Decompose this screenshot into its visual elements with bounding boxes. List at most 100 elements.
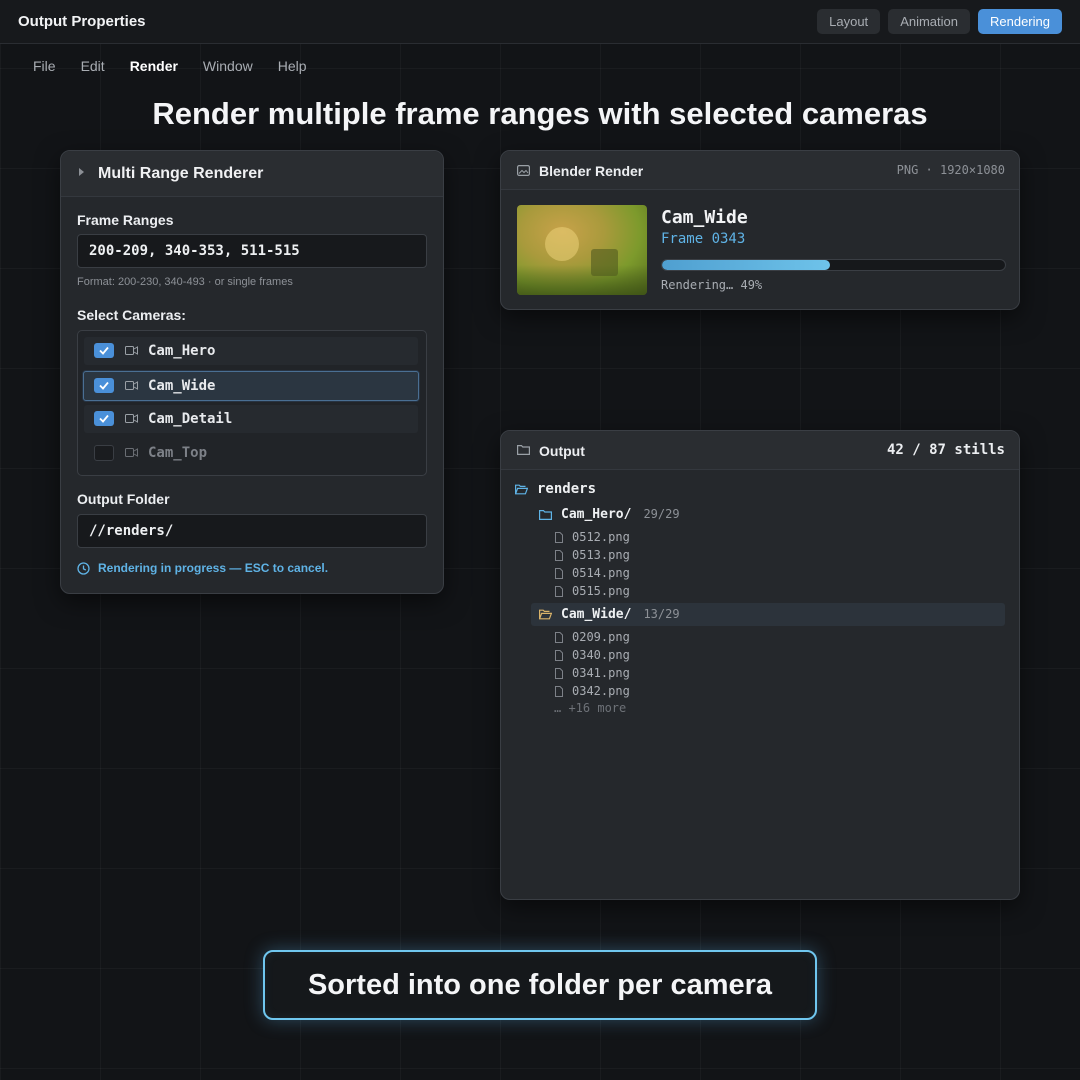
file-name: 0515.png [572, 584, 630, 598]
menu-file[interactable]: File [33, 58, 56, 74]
render-thumbnail [517, 205, 647, 295]
render-camera: Cam_Wide [661, 207, 748, 228]
collapse-arrow-icon[interactable] [79, 168, 84, 176]
render-preview-panel: Blender Render PNG · 1920×1080 Cam_Wide … [500, 150, 1020, 310]
more-files[interactable]: … +16 more [554, 701, 626, 715]
camera-name: Cam_Hero [148, 343, 216, 359]
headline: Render multiple frame ranges with select… [152, 96, 928, 131]
camera-checkbox[interactable] [94, 445, 114, 461]
title-bar: Output Properties Layout Animation Rende… [0, 0, 1080, 44]
tree-file[interactable]: 0342.png [555, 684, 630, 698]
camera-row-cam-detail[interactable]: Cam_Detail [84, 405, 418, 433]
file-icon [555, 649, 563, 661]
camera-name: Cam_Top [148, 445, 208, 461]
camera-checkbox[interactable] [94, 411, 114, 426]
menu-render[interactable]: Render [130, 58, 178, 74]
panel-title: Output [539, 443, 585, 459]
frame-ranges-value: 200-209, 340-353, 511-515 [89, 243, 300, 259]
image-icon [517, 165, 530, 176]
file-name: 0341.png [572, 666, 630, 680]
frame-ranges-input[interactable]: 200-209, 340-353, 511-515 [77, 234, 427, 268]
render-progress-bar [661, 259, 1006, 271]
folder-count: 29/29 [643, 507, 680, 521]
folder-open-icon [539, 609, 552, 619]
multi-range-renderer-panel: Multi Range Renderer Frame Ranges 200-20… [60, 150, 444, 594]
camera-icon [125, 346, 138, 355]
file-name: 0340.png [572, 648, 630, 662]
camera-row-cam-wide[interactable]: Cam_Wide [83, 371, 419, 401]
check-icon [99, 346, 109, 355]
file-icon [555, 631, 563, 643]
tree-folder-cam-wide[interactable]: Cam_Wide/ 13/29 [539, 603, 680, 625]
camera-icon [125, 381, 138, 390]
thumbnail-sun [545, 227, 579, 261]
camera-icon [125, 448, 138, 457]
output-folder-label: Output Folder [77, 491, 170, 507]
workspace-tabs: Layout Animation Rendering [817, 9, 1062, 34]
tree-file[interactable]: 0513.png [555, 548, 630, 562]
folder-icon [539, 509, 552, 520]
folder-name: Cam_Hero/ [561, 506, 632, 522]
file-icon [555, 549, 563, 561]
render-progress-fill [662, 260, 831, 270]
app-title: Output Properties [18, 13, 146, 30]
stills-count: 42 / 87 stills [886, 442, 1005, 458]
camera-name: Cam_Detail [148, 411, 233, 427]
panel-header[interactable]: Multi Range Renderer [61, 151, 443, 197]
tree-root-name: renders [537, 481, 597, 497]
camera-checkbox[interactable] [94, 378, 114, 393]
camera-row-cam-hero[interactable]: Cam_Hero [84, 337, 418, 365]
check-icon [99, 381, 109, 390]
select-cameras-label: Select Cameras: [77, 307, 186, 323]
file-icon [555, 667, 563, 679]
tree-file[interactable]: 0515.png [555, 584, 630, 598]
file-name: 0513.png [572, 548, 630, 562]
tree-file[interactable]: 0340.png [555, 648, 630, 662]
tree-file[interactable]: 0341.png [555, 666, 630, 680]
panel-title: Multi Range Renderer [98, 165, 264, 182]
file-name: 0342.png [572, 684, 630, 698]
thumbnail-ground [517, 265, 647, 295]
render-progress-text: Rendering… 49% [661, 278, 763, 292]
tree-file[interactable]: 0209.png [555, 630, 630, 644]
render-status-text: Rendering in progress — ESC to cancel. [98, 561, 329, 575]
caption-banner: Sorted into one folder per camera [263, 950, 817, 1020]
camera-icon [125, 414, 138, 423]
panel-header: Output 42 / 87 stills [501, 431, 1019, 470]
render-frame: Frame 0343 [661, 231, 746, 247]
render-status: Rendering in progress — ESC to cancel. [77, 561, 328, 575]
tab-animation[interactable]: Animation [888, 9, 970, 34]
format-hint: Format: 200-230, 340-493 · or single fra… [77, 276, 293, 288]
camera-row-cam-top[interactable]: Cam_Top [84, 439, 418, 467]
menu-help[interactable]: Help [278, 58, 307, 74]
folder-count: 13/29 [643, 607, 680, 621]
menu-window[interactable]: Window [203, 58, 253, 74]
tree-root[interactable]: renders [515, 481, 596, 497]
output-panel: Output 42 / 87 stills renders Cam_Hero/ … [500, 430, 1020, 900]
file-icon [555, 585, 563, 597]
output-folder-input[interactable]: //renders/ [77, 514, 427, 548]
file-name: 0209.png [572, 630, 630, 644]
file-name: 0514.png [572, 566, 630, 580]
folder-name: Cam_Wide/ [561, 606, 632, 622]
tab-rendering[interactable]: Rendering [978, 9, 1062, 34]
panel-header: Blender Render PNG · 1920×1080 [501, 151, 1019, 190]
thumbnail-cube [591, 249, 618, 276]
camera-name: Cam_Wide [148, 378, 216, 394]
menu-edit[interactable]: Edit [81, 58, 105, 74]
frame-ranges-label: Frame Ranges [77, 212, 174, 228]
folder-open-icon [515, 484, 528, 494]
tree-folder-cam-hero[interactable]: Cam_Hero/ 29/29 [539, 503, 680, 525]
file-icon [555, 531, 563, 543]
folder-icon [517, 445, 530, 455]
camera-list: Cam_Hero Cam_Wide Cam_Detail Cam_Top [77, 330, 427, 476]
check-icon [99, 414, 109, 423]
panel-title: Blender Render [539, 163, 644, 179]
camera-checkbox[interactable] [94, 343, 114, 358]
tab-layout[interactable]: Layout [817, 9, 881, 34]
tree-file[interactable]: 0512.png [555, 530, 630, 544]
output-folder-value: //renders/ [89, 523, 174, 539]
clock-icon [77, 561, 90, 575]
file-name: 0512.png [572, 530, 630, 544]
tree-file[interactable]: 0514.png [555, 566, 630, 580]
